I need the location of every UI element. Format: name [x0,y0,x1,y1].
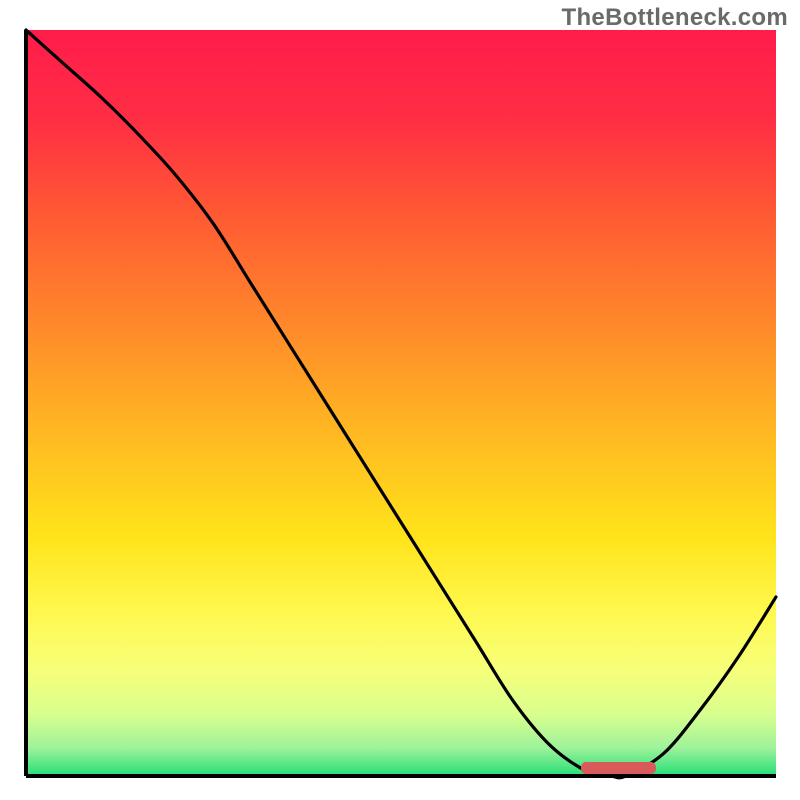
watermark-text: TheBottleneck.com [562,4,788,32]
chart-container: TheBottleneck.com [0,0,800,800]
bottleneck-chart [0,0,800,800]
plot-area [26,30,776,778]
gradient-background [28,30,776,774]
optimal-marker [581,762,656,774]
